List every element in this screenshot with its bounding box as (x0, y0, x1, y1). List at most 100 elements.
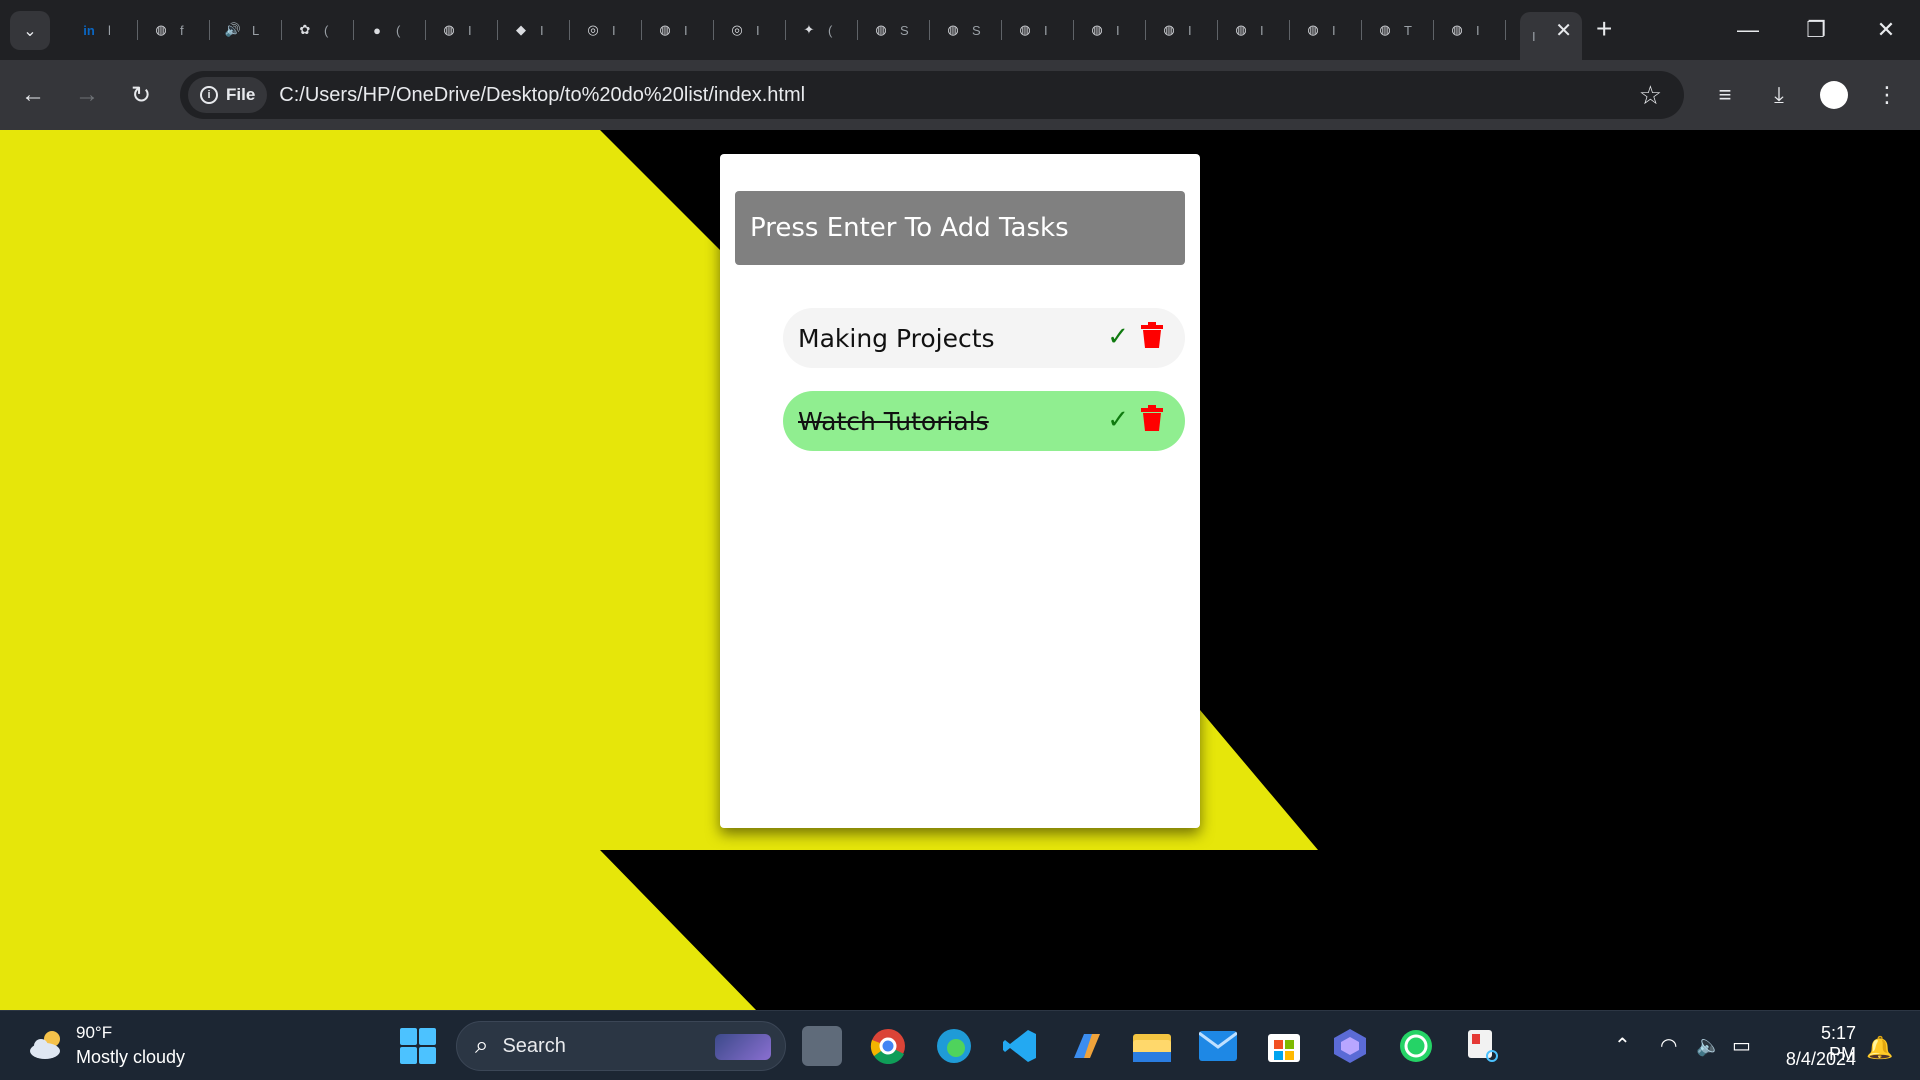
tab-13[interactable]: ◍ I (1002, 12, 1074, 48)
snipping-tool-icon[interactable] (1462, 1026, 1502, 1066)
tab-separator (1505, 20, 1506, 40)
volume-icon[interactable]: 🔈 (1696, 1033, 1721, 1058)
task-input[interactable] (735, 191, 1185, 265)
globe-icon: ◍ (1163, 22, 1175, 37)
trash-icon[interactable] (1141, 405, 1163, 431)
globe-icon: ◍ (155, 22, 167, 37)
tab-5[interactable]: ◍ I (426, 12, 498, 48)
tab-0[interactable]: in l (66, 12, 138, 48)
tab-label: l (108, 22, 111, 38)
restore-button[interactable]: ❐ (1796, 10, 1836, 50)
browser-toolbar: ← → ↻ i File C:/Users/HP/OneDrive/Deskto… (0, 60, 1920, 130)
check-icon[interactable]: ✓ (1107, 322, 1129, 352)
address-bar[interactable]: i File C:/Users/HP/OneDrive/Desktop/to%2… (180, 71, 1684, 119)
app-hexagon-icon[interactable] (1330, 1026, 1370, 1066)
mail-icon[interactable] (1198, 1026, 1238, 1066)
linkedin-icon: in (83, 22, 95, 38)
weather-temperature[interactable]: 90°F (76, 1023, 112, 1043)
tab-label: I (684, 22, 688, 38)
tab-9[interactable]: ◎ I (714, 12, 786, 48)
globe-icon: ◍ (947, 22, 959, 37)
tab-label: I (1116, 22, 1120, 38)
tab-17[interactable]: ◍ I (1290, 12, 1362, 48)
file-explorer-icon[interactable] (1132, 1026, 1172, 1066)
tab-active[interactable]: I ✕ (1520, 12, 1582, 60)
tab-18[interactable]: ◍ T (1362, 12, 1434, 48)
tab-label: I (1188, 22, 1192, 38)
reload-button[interactable]: ↻ (124, 78, 158, 112)
task-text: Watch Tutorials (798, 406, 989, 436)
back-button[interactable]: ← (16, 78, 50, 112)
tab-15[interactable]: ◍ I (1146, 12, 1218, 48)
taskbar: 90°F Mostly cloudy ⌕ Search ⌃ ◠ 🔈 ▭ 5:17 (0, 1010, 1920, 1080)
tab-label: I (1332, 22, 1336, 38)
notification-bell-icon[interactable]: 🔔 (1866, 1035, 1893, 1061)
battery-icon[interactable]: ▭ (1732, 1033, 1751, 1058)
reload-icon: ↻ (130, 81, 152, 109)
chrome-icon: ◎ (731, 22, 743, 37)
bookmark-star-icon[interactable]: ☆ (1639, 80, 1662, 111)
chrome-icon[interactable] (866, 1018, 916, 1072)
wifi-icon[interactable]: ◠ (1660, 1033, 1677, 1058)
chevron-up-icon[interactable]: ⌃ (1614, 1033, 1631, 1058)
globe-icon: ◍ (1235, 22, 1247, 37)
tab-11[interactable]: ◍ S (858, 12, 930, 48)
site-info-label: File (226, 85, 256, 104)
tab-4[interactable]: ●( (354, 12, 426, 48)
cube-icon: ◆ (516, 22, 526, 37)
task-view-icon[interactable] (802, 1026, 842, 1066)
close-icon[interactable]: ✕ (1555, 18, 1572, 43)
tab-7[interactable]: ◎ I (570, 12, 642, 48)
cloud-icon[interactable] (28, 1029, 66, 1061)
globe-icon: ◍ (1307, 22, 1319, 37)
tab-label: S (900, 22, 909, 38)
tab-8[interactable]: ◍ I (642, 12, 714, 48)
tab-label: ( (396, 22, 401, 38)
trash-icon[interactable] (1141, 322, 1163, 348)
check-icon[interactable]: ✓ (1107, 405, 1129, 435)
gemini-icon: ✦ (803, 22, 815, 37)
menu-kebab-icon[interactable]: ⋮ (1870, 78, 1904, 112)
tab-label: I (468, 22, 472, 38)
profile-avatar[interactable] (1820, 81, 1848, 109)
tab-14[interactable]: ◍ I (1074, 12, 1146, 48)
minimize-button[interactable]: — (1728, 10, 1768, 50)
tab-1[interactable]: ◍ f (138, 12, 210, 48)
url-text[interactable]: C:/Users/HP/OneDrive/Desktop/to%20do%20l… (279, 84, 805, 107)
task-item-done[interactable]: Watch Tutorials ✓ (783, 391, 1185, 451)
tab-search-button[interactable]: ⌄ (10, 11, 50, 50)
arrow-left-icon: ← (21, 81, 45, 108)
edge-icon[interactable] (934, 1026, 974, 1066)
tab-label: L (252, 22, 260, 38)
media-control-icon[interactable]: ≡ (1708, 78, 1742, 112)
todo-card: Making Projects ✓ Watch Tutorials ✓ (720, 154, 1200, 828)
start-button[interactable] (400, 1028, 436, 1064)
vscode-icon[interactable] (1000, 1026, 1040, 1066)
download-icon[interactable]: ⤓ (1762, 78, 1796, 112)
copilot-icon[interactable] (1066, 1026, 1106, 1066)
tab-3[interactable]: ✿( (282, 12, 354, 48)
speaker-icon: 🔊 (224, 22, 242, 37)
tab-10[interactable]: ✦( (786, 12, 858, 48)
search-highlight-image (715, 1034, 771, 1060)
tab-label: I (540, 22, 544, 38)
tab-label: I (1476, 22, 1480, 38)
task-item[interactable]: Making Projects ✓ (783, 308, 1185, 368)
clock-date[interactable]: 8/4/2024 (1780, 1049, 1856, 1070)
close-window-button[interactable]: ✕ (1866, 10, 1906, 50)
weather-description[interactable]: Mostly cloudy (76, 1047, 185, 1068)
globe-icon: ◍ (659, 22, 671, 37)
whatsapp-icon[interactable] (1396, 1026, 1436, 1066)
tab-19[interactable]: ◍ I (1434, 12, 1506, 48)
taskbar-search[interactable]: ⌕ Search (456, 1021, 786, 1071)
forward-button[interactable]: → (70, 78, 104, 112)
tab-16[interactable]: ◍ I (1218, 12, 1290, 48)
site-info-chip[interactable]: i File (188, 77, 268, 113)
task-text: Making Projects (798, 323, 995, 353)
tab-2[interactable]: 🔊 L (210, 12, 282, 48)
globe-icon: ◍ (443, 22, 455, 37)
store-icon[interactable] (1264, 1026, 1304, 1066)
tab-12[interactable]: ◍ S (930, 12, 1002, 48)
new-tab-button[interactable]: + (1596, 14, 1612, 44)
tab-6[interactable]: ◆ I (498, 12, 570, 48)
